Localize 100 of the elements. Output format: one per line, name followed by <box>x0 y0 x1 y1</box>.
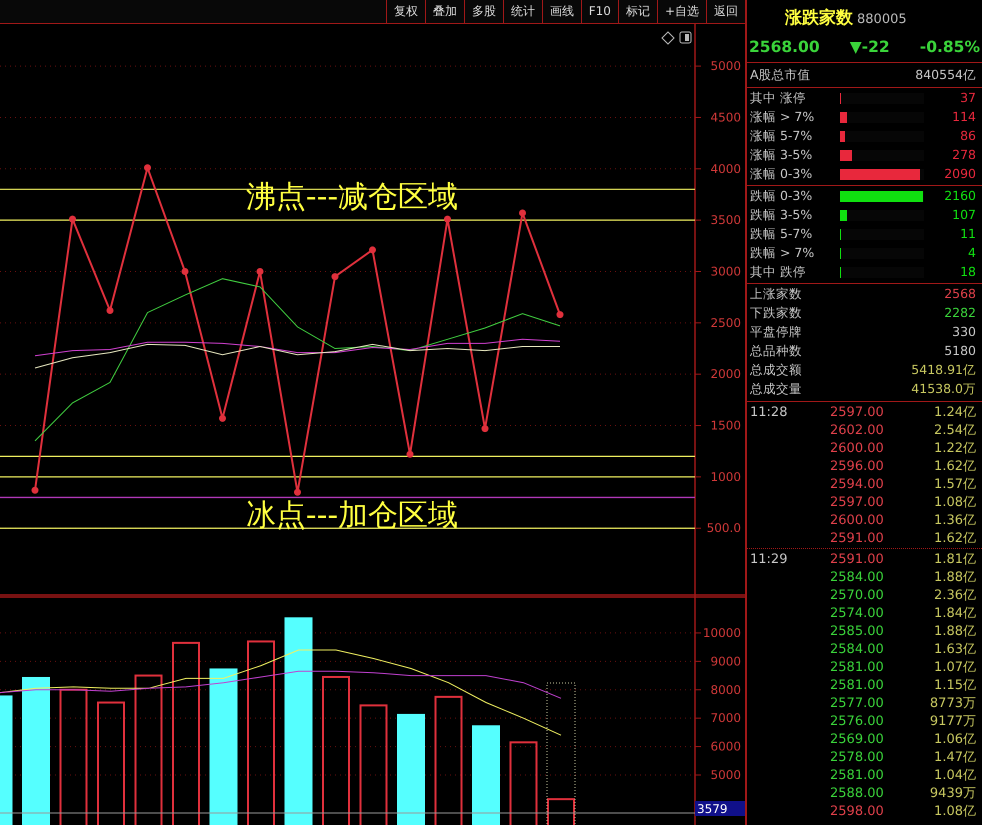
stat-label: 总成交量 <box>750 380 802 398</box>
toolbar-button[interactable]: 叠加 <box>424 0 464 23</box>
toolbar-button[interactable]: 统计 <box>502 0 542 23</box>
stat-label: 上涨家数 <box>750 285 802 304</box>
range-label: 涨幅 0-3% <box>750 165 812 184</box>
tick-amount: 1.22亿 <box>934 440 976 458</box>
tick-amount: 1.36亿 <box>934 512 976 530</box>
tick-amount: 9177万 <box>930 713 976 732</box>
toolbar-button[interactable]: F10 <box>580 0 618 23</box>
tick-amount: 1.57亿 <box>934 476 976 494</box>
tick-amount: 1.15亿 <box>934 677 976 696</box>
data-point <box>294 488 301 496</box>
count-value: 107 <box>951 206 976 224</box>
quote-change-percent: -0.85% <box>920 37 980 58</box>
tick-price: 2581.00 <box>830 659 884 678</box>
tick-price: 2574.00 <box>830 605 884 624</box>
data-point <box>32 486 38 494</box>
tick-amount: 1.08亿 <box>934 803 976 822</box>
stat-label: 平盘停牌 <box>750 323 802 342</box>
tick-price: 2594.00 <box>830 476 884 494</box>
data-point <box>519 209 526 216</box>
toolbar-button[interactable]: 复权 <box>386 0 425 23</box>
tick-label: 4500 <box>710 110 741 124</box>
tick-price: 2597.00 <box>830 494 884 512</box>
range-label: 涨幅 > 7% <box>750 108 814 126</box>
panel-icon <box>680 32 692 44</box>
tick-price: 2584.00 <box>830 641 884 660</box>
quote-change: ▼-22 <box>850 37 890 58</box>
data-point <box>369 246 376 254</box>
data-point <box>444 216 451 223</box>
zone-label: 冰点---加仓区域 <box>246 498 458 533</box>
tick-amount: 2.54亿 <box>934 422 976 440</box>
range-label: 跌幅 5-7% <box>750 225 812 244</box>
data-point <box>182 268 188 275</box>
count-value: 11 <box>959 225 976 244</box>
tick-label: 7000 <box>710 711 741 726</box>
range-label: 涨幅 3-5% <box>750 146 812 164</box>
tick-amount: 9439万 <box>930 785 976 804</box>
market-cap-label: A股总市值 <box>750 66 811 84</box>
quote-price: 2568.00 <box>749 37 820 58</box>
data-point <box>406 450 414 458</box>
tick-price: 2591.00 <box>830 530 884 548</box>
toolbar-button[interactable]: 标记 <box>618 0 657 23</box>
tick-price: 2591.00 <box>830 551 884 570</box>
tick-amount: 1.84亿 <box>934 605 976 624</box>
tick-amount: 1.04亿 <box>934 767 976 786</box>
stat-label: 下跌家数 <box>750 304 802 322</box>
toolbar-button[interactable]: 返回 <box>706 0 745 23</box>
tick-label: 10000 <box>702 626 741 640</box>
tick-amount: 1.62亿 <box>934 530 976 548</box>
range-label: 其中 跌停 <box>750 263 806 282</box>
diamond-icon <box>661 31 675 45</box>
count-value: 86 <box>959 127 976 146</box>
data-point <box>332 273 338 280</box>
tick-price: 2597.00 <box>830 404 884 422</box>
tick-label: 1500 <box>710 418 741 433</box>
tick-price: 2600.00 <box>830 512 884 530</box>
market-cap-value: 840554亿 <box>915 66 976 84</box>
zone-label: 沸点---减仓区域 <box>246 180 458 215</box>
data-point <box>144 164 151 172</box>
tick-amount: 1.62亿 <box>934 458 976 476</box>
toolbar-button[interactable]: 画线 <box>542 0 581 23</box>
cursor-value: 3579 <box>695 801 745 816</box>
tick-label: 2000 <box>710 367 741 382</box>
tick-amount: 1.88亿 <box>934 569 976 588</box>
data-point <box>69 216 76 223</box>
tick-label: 5000 <box>710 59 741 74</box>
data-point <box>219 414 226 422</box>
tick-amount: 1.47亿 <box>934 749 976 768</box>
range-label: 跌幅 > 7% <box>750 244 814 262</box>
toolbar-button[interactable]: 多股 <box>464 0 503 23</box>
stat-value: 41538.0万 <box>911 380 976 398</box>
tick-label: 3500 <box>710 213 741 228</box>
tick-price: 2602.00 <box>830 422 884 440</box>
tick-price: 2581.00 <box>830 677 884 696</box>
stat-label: 总成交额 <box>750 361 802 380</box>
tick-amount: 1.88亿 <box>934 623 976 642</box>
range-label: 跌幅 3-5% <box>750 206 812 224</box>
tick-price: 2577.00 <box>830 695 884 714</box>
tick-price: 2581.00 <box>830 767 884 786</box>
count-value: 18 <box>959 263 976 282</box>
quote-code: 880005 <box>857 11 907 29</box>
data-point <box>256 268 264 275</box>
tick-label: 6000 <box>710 740 741 754</box>
tick-amount: 2.36亿 <box>934 587 976 606</box>
stat-value: 2568 <box>944 285 976 304</box>
count-value: 278 <box>951 146 976 164</box>
tick-price: 2578.00 <box>830 749 884 768</box>
stat-value: 5418.91亿 <box>911 361 976 380</box>
count-value: 37 <box>959 89 976 108</box>
tick-time: 11:28 <box>750 404 788 422</box>
stat-label: 总品种数 <box>750 342 802 360</box>
range-label: 跌幅 0-3% <box>750 187 812 206</box>
count-value: 114 <box>951 108 976 126</box>
tick-label: 8000 <box>710 682 741 697</box>
toolbar-button[interactable]: +自选 <box>656 0 706 23</box>
stat-value: 5180 <box>944 342 976 360</box>
volume-bar <box>547 798 575 825</box>
tick-price: 2584.00 <box>830 569 884 588</box>
count-value: 2090 <box>943 165 976 184</box>
